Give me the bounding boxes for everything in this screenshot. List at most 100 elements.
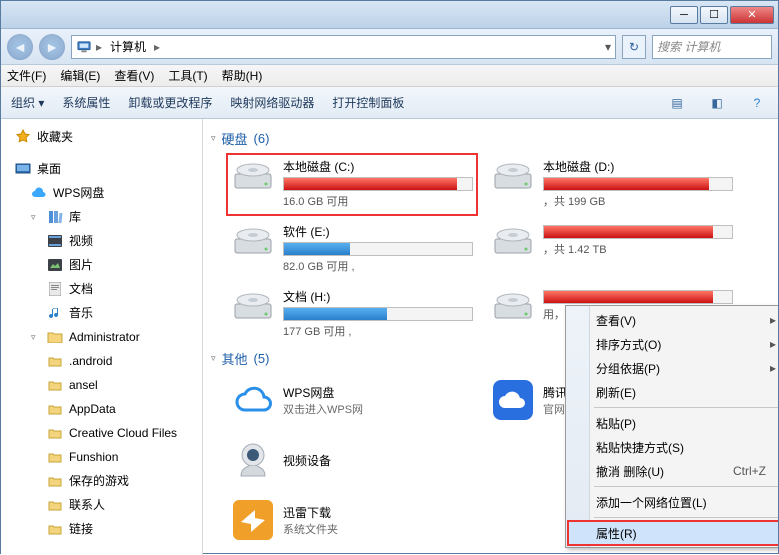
sidebar-item-label: Administrator: [69, 327, 140, 347]
bird-icon: [231, 498, 275, 542]
menu-item[interactable]: 添加一个网络位置(L): [568, 490, 778, 514]
drive-icon: [491, 223, 535, 261]
cam-icon: [231, 438, 275, 482]
sidebar-desktop[interactable]: 桌面: [5, 157, 198, 181]
menu-view[interactable]: 查看(V): [114, 67, 154, 84]
address-dropdown-icon[interactable]: ▾: [605, 40, 611, 54]
tool-organize[interactable]: 组织 ▾: [11, 94, 44, 111]
tool-sysprop[interactable]: 系统属性: [62, 94, 110, 111]
drive-item[interactable]: ，共 1.42 TB: [487, 219, 737, 280]
drive-usage-label: ，共 199 GB: [543, 193, 733, 209]
menu-help[interactable]: 帮助(H): [222, 67, 263, 84]
sidebar-item-label: 图片: [69, 255, 93, 275]
sidebar-libraries[interactable]: ▿ 库: [5, 205, 198, 229]
menu-tools[interactable]: 工具(T): [168, 67, 207, 84]
menu-item-label: 撤消 删除(U): [596, 463, 664, 480]
tool-controlpanel[interactable]: 打开控制面板: [332, 94, 404, 111]
collapse-icon[interactable]: ▿: [211, 353, 216, 364]
sidebar-folder[interactable]: Creative Cloud Files: [5, 421, 198, 445]
forward-button[interactable]: ►: [39, 34, 65, 60]
tool-uninstall[interactable]: 卸载或更改程序: [128, 94, 212, 111]
folder-icon: [47, 521, 63, 537]
sidebar-videos[interactable]: 视频: [5, 229, 198, 253]
drive-item[interactable]: 本地磁盘 (D:)，共 199 GB: [487, 154, 737, 215]
sidebar-folder[interactable]: AppData: [5, 397, 198, 421]
sidebar-pictures[interactable]: 图片: [5, 253, 198, 277]
menu-edit[interactable]: 编辑(E): [60, 67, 100, 84]
drive-usage-label: 177 GB 可用 ,: [283, 323, 473, 339]
sidebar-item-label: .android: [69, 351, 112, 371]
other-item[interactable]: 迅雷下载系统文件夹: [227, 494, 477, 546]
sidebar-item-label: 文档: [69, 279, 93, 299]
computer-icon: [76, 39, 92, 55]
sidebar-item-label: 链接: [69, 519, 93, 539]
drive-item[interactable]: 软件 (E:)82.0 GB 可用 ,: [227, 219, 477, 280]
change-view-icon[interactable]: ▤: [666, 92, 688, 114]
menu-item[interactable]: 分组依据(P): [568, 356, 778, 380]
other-item[interactable]: WPS网盘双击进入WPS网: [227, 374, 477, 426]
menu-item[interactable]: 属性(R): [568, 521, 778, 545]
search-input[interactable]: 搜索 计算机: [652, 35, 772, 59]
sidebar-item-label: Funshion: [69, 447, 118, 467]
menu-item[interactable]: 撤消 删除(U)Ctrl+Z: [568, 459, 778, 483]
sidebar-folder[interactable]: .android: [5, 349, 198, 373]
sidebar-folder[interactable]: 联系人: [5, 493, 198, 517]
drive-icon: [231, 223, 275, 261]
sidebar-wps[interactable]: WPS网盘: [5, 181, 198, 205]
drive-usage-label: 16.0 GB 可用: [283, 193, 473, 209]
refresh-button[interactable]: ↻: [622, 35, 646, 59]
menu-item-label: 查看(V): [596, 312, 636, 329]
address-bar[interactable]: ▸ 计算机 ▸ ▾: [71, 35, 616, 59]
sidebar-music[interactable]: 音乐: [5, 301, 198, 325]
sidebar-folder[interactable]: ansel: [5, 373, 198, 397]
menu-item[interactable]: 粘贴快捷方式(S): [568, 435, 778, 459]
drive-name: 软件 (E:): [283, 223, 473, 242]
sidebar-favorites[interactable]: 收藏夹: [5, 125, 198, 149]
help-icon[interactable]: ?: [746, 92, 768, 114]
menu-item-label: 属性(R): [596, 525, 637, 542]
maximize-button[interactable]: [700, 6, 728, 24]
sidebar-item-label: ansel: [69, 375, 98, 395]
collapse-icon[interactable]: ▿: [211, 133, 216, 144]
content-pane[interactable]: ▿ 硬盘 (6) 本地磁盘 (C:)16.0 GB 可用本地磁盘 (D:)，共 …: [203, 119, 778, 555]
drive-item[interactable]: 本地磁盘 (C:)16.0 GB 可用: [227, 154, 477, 215]
tree-toggle-icon[interactable]: ▿: [31, 327, 41, 347]
tree-toggle-icon[interactable]: ▿: [31, 207, 41, 227]
sidebar-item-label: 音乐: [69, 303, 93, 323]
sidebar-folder[interactable]: 链接: [5, 517, 198, 541]
menu-item[interactable]: 刷新(E): [568, 380, 778, 404]
menu-item[interactable]: 排序方式(O): [568, 332, 778, 356]
group-header-drives[interactable]: ▿ 硬盘 (6): [207, 125, 778, 154]
menu-item[interactable]: 查看(V): [568, 308, 778, 332]
minimize-button[interactable]: [670, 6, 698, 24]
folder-icon: [47, 377, 63, 393]
preview-pane-icon[interactable]: ◧: [706, 92, 728, 114]
drive-icon: [491, 158, 535, 196]
breadcrumb-sep: ▸: [96, 40, 102, 54]
breadcrumb-item[interactable]: 计算机: [106, 38, 150, 55]
menu-item[interactable]: 粘贴(P): [568, 411, 778, 435]
close-button[interactable]: [730, 6, 774, 24]
sidebar-folder[interactable]: Funshion: [5, 445, 198, 469]
sidebar-folder[interactable]: 保存的游戏: [5, 469, 198, 493]
menu-file[interactable]: 文件(F): [7, 67, 46, 84]
tool-mapdrive[interactable]: 映射网络驱动器: [230, 94, 314, 111]
desktop-icon: [15, 161, 31, 177]
cloud-icon: [31, 185, 47, 201]
folder-icon: [47, 353, 63, 369]
drive-item[interactable]: 文档 (H:)177 GB 可用 ,: [227, 284, 477, 345]
sidebar-administrator[interactable]: ▿ Administrator: [5, 325, 198, 349]
other-item[interactable]: 视频设备: [227, 434, 477, 486]
sidebar-item-label: 保存的游戏: [69, 471, 129, 491]
menubar: 文件(F) 编辑(E) 查看(V) 工具(T) 帮助(H): [1, 65, 778, 87]
document-icon: [47, 281, 63, 297]
menu-item-label: 分组依据(P): [596, 360, 660, 377]
menu-separator: [594, 486, 778, 487]
back-button[interactable]: ◄: [7, 34, 33, 60]
nav-row: ◄ ► ▸ 计算机 ▸ ▾ ↻ 搜索 计算机: [1, 29, 778, 65]
sidebar-documents[interactable]: 文档: [5, 277, 198, 301]
titlebar: [1, 1, 778, 29]
drive-usage-bar: [543, 290, 733, 304]
menu-item-label: 刷新(E): [596, 384, 636, 401]
other-name: 视频设备: [283, 452, 331, 469]
